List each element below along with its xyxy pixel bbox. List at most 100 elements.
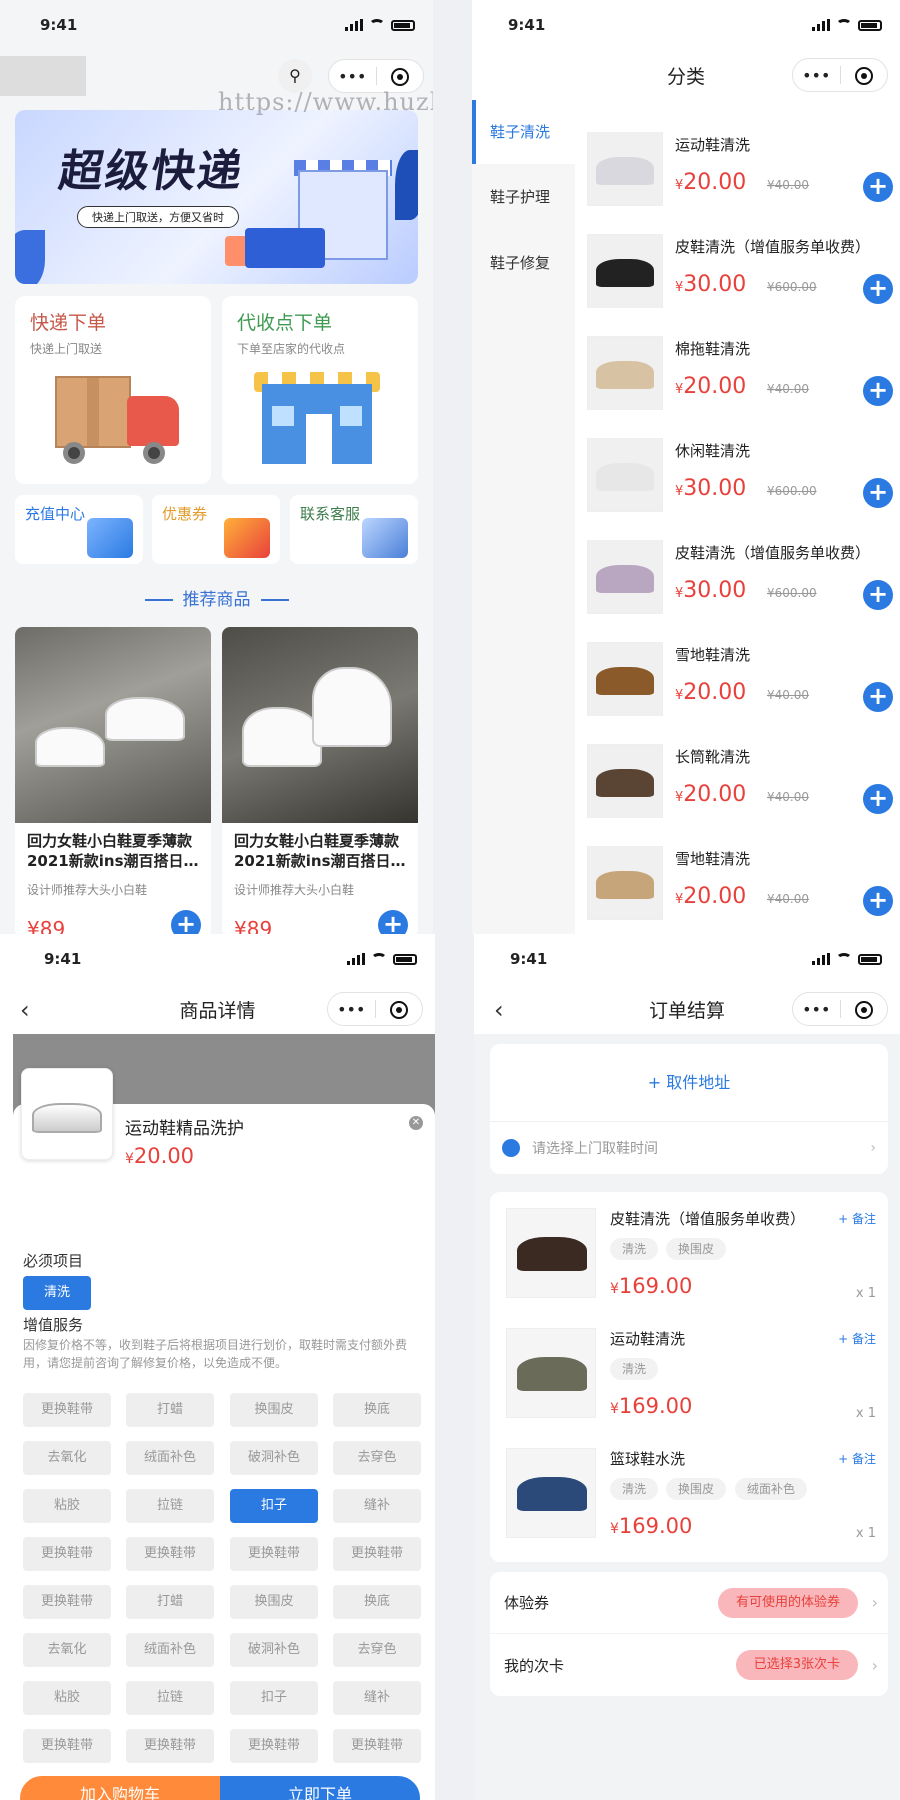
home-banner[interactable]: 超级快递 快递上门取送，方便又省时 <box>15 110 418 284</box>
order-item-price: ¥169.00 <box>610 1394 693 1418</box>
add-cart-button[interactable]: + <box>171 910 201 934</box>
customer-service-card[interactable]: 联系客服 <box>290 495 418 564</box>
add-cart-button[interactable]: + <box>863 376 893 406</box>
service-option-chip[interactable]: 去穿色 <box>333 1633 421 1667</box>
add-cart-button[interactable]: + <box>863 886 893 916</box>
express-order-card[interactable]: 快递下单 快递上门取送 <box>15 296 211 484</box>
service-option-chip[interactable]: 去氧化 <box>23 1633 111 1667</box>
service-option-chip[interactable]: 扣子 <box>230 1681 318 1715</box>
order-item-price-value: 169.00 <box>618 1394 693 1418</box>
add-cart-button[interactable]: + <box>863 784 893 814</box>
goods-item[interactable]: 皮鞋清洗（增值服务单收费） ¥30.00 ¥600.00 + <box>587 530 897 632</box>
goods-original-price: ¥600.00 <box>767 484 817 498</box>
close-icon[interactable]: ✕ <box>409 1116 423 1130</box>
service-option-chip[interactable]: 更换鞋带 <box>23 1537 111 1571</box>
location-placeholder[interactable] <box>0 56 86 96</box>
service-option-chip[interactable]: 粘胶 <box>23 1489 111 1523</box>
add-cart-button[interactable]: + <box>378 910 408 934</box>
more-icon[interactable]: ••• <box>793 1000 840 1019</box>
add-note-button[interactable]: + 备注 <box>838 1450 876 1467</box>
service-option-chip[interactable]: 破洞补色 <box>230 1441 318 1475</box>
add-note-button[interactable]: + 备注 <box>838 1330 876 1347</box>
service-option-chip[interactable]: 粘胶 <box>23 1681 111 1715</box>
service-option-chip[interactable]: 缝补 <box>333 1489 421 1523</box>
sidebar-item-shoe-repair[interactable]: 鞋子修复 <box>472 230 575 296</box>
service-option-chip[interactable]: 打蜡 <box>126 1585 214 1619</box>
close-program-icon[interactable] <box>841 65 888 85</box>
service-tag: 清洗 <box>610 1478 659 1500</box>
back-arrow-icon[interactable]: ‹ <box>20 996 30 1024</box>
more-icon[interactable]: ••• <box>329 67 376 86</box>
add-cart-button[interactable]: + <box>863 274 893 304</box>
service-option-chip[interactable]: 去氧化 <box>23 1441 111 1475</box>
signal-icon <box>345 19 363 31</box>
pickup-point-order-card[interactable]: 代收点下单 下单至店家的代收点 <box>222 296 418 484</box>
service-option-chip[interactable]: 更换鞋带 <box>126 1729 214 1763</box>
service-option-chip[interactable]: 更换鞋带 <box>23 1393 111 1427</box>
service-option-chip[interactable]: 扣子 <box>230 1489 318 1523</box>
service-option-chip[interactable]: 换底 <box>333 1393 421 1427</box>
service-option-chip[interactable]: 换底 <box>333 1585 421 1619</box>
service-option-chip[interactable]: 破洞补色 <box>230 1633 318 1667</box>
goods-item[interactable]: 雪地鞋清洗 ¥20.00 ¥40.00 + <box>587 632 897 734</box>
coupon-card[interactable]: 优惠券 <box>152 495 280 564</box>
sidebar-item-shoe-cleaning[interactable]: 鞋子清洗 <box>472 100 575 164</box>
service-option-chip[interactable]: 更换鞋带 <box>23 1585 111 1619</box>
add-note-button[interactable]: + 备注 <box>838 1210 876 1227</box>
goods-price: ¥20.00 <box>675 170 747 195</box>
buy-now-button[interactable]: 立即下单 <box>220 1776 420 1800</box>
service-option-chip[interactable]: 缝补 <box>333 1681 421 1715</box>
add-cart-button[interactable]: + <box>863 172 893 202</box>
add-to-cart-button[interactable]: 加入购物车 <box>20 1776 220 1800</box>
service-option-chip[interactable]: 更换鞋带 <box>230 1537 318 1571</box>
back-arrow-icon[interactable]: ‹ <box>494 996 504 1024</box>
service-option-chip[interactable]: 拉链 <box>126 1489 214 1523</box>
service-option-chip[interactable]: 拉链 <box>126 1681 214 1715</box>
add-cart-button[interactable]: + <box>863 478 893 508</box>
page-title: 分类 <box>666 65 705 88</box>
status-bar: 9:41 <box>474 934 900 984</box>
plus-icon: + <box>171 910 201 934</box>
goods-name: 长筒靴清洗 <box>675 748 751 766</box>
service-option-chip[interactable]: 更换鞋带 <box>230 1729 318 1763</box>
add-address-button[interactable]: + 取件地址 <box>490 1044 888 1122</box>
shoe-shape <box>105 697 185 741</box>
required-chip[interactable]: 清洗 <box>23 1276 91 1310</box>
times-card-row[interactable]: 我的次卡 已选择3张次卡 › <box>490 1634 888 1696</box>
service-option-chip[interactable]: 绒面补色 <box>126 1441 214 1475</box>
coupon-icon <box>224 518 270 558</box>
goods-item[interactable]: 皮鞋清洗（增值服务单收费） ¥30.00 ¥600.00 + <box>587 224 897 326</box>
service-option-chip[interactable]: 绒面补色 <box>126 1633 214 1667</box>
close-program-icon[interactable] <box>376 999 423 1019</box>
voucher-row[interactable]: 体验券 有可使用的体验券 › <box>490 1572 888 1634</box>
goods-item[interactable]: 长筒靴清洗 ¥20.00 ¥40.00 + <box>587 734 897 836</box>
product-card[interactable]: 回力女鞋小白鞋夏季薄款2021新款ins潮百搭日… 设计师推荐大头小白鞋 ¥89… <box>15 627 211 934</box>
add-cart-button[interactable]: + <box>863 682 893 712</box>
service-option-chip[interactable]: 更换鞋带 <box>333 1729 421 1763</box>
goods-item[interactable]: 休闲鞋清洗 ¥30.00 ¥600.00 + <box>587 428 897 530</box>
goods-item[interactable]: 运动鞋清洗 ¥20.00 ¥40.00 + <box>587 122 897 224</box>
service-option-chip[interactable]: 换围皮 <box>230 1585 318 1619</box>
pickup-time-row[interactable]: 请选择上门取鞋时间 › <box>490 1122 888 1174</box>
service-option-chip[interactable]: 更换鞋带 <box>333 1537 421 1571</box>
order-item-name: 运动鞋清洗 <box>610 1330 686 1348</box>
close-program-icon[interactable] <box>841 999 888 1019</box>
goods-item[interactable]: 棉拖鞋清洗 ¥20.00 ¥40.00 + <box>587 326 897 428</box>
sidebar-item-shoe-care[interactable]: 鞋子护理 <box>472 164 575 230</box>
product-card[interactable]: 回力女鞋小白鞋夏季薄款2021新款ins潮百搭日… 设计师推荐大头小白鞋 ¥89… <box>222 627 418 934</box>
more-icon[interactable]: ••• <box>793 66 840 85</box>
voucher-badge: 有可使用的体验券 <box>717 1587 858 1618</box>
service-option-chip[interactable]: 换围皮 <box>230 1393 318 1427</box>
service-option-chip[interactable]: 去穿色 <box>333 1441 421 1475</box>
service-option-chip[interactable]: 更换鞋带 <box>23 1729 111 1763</box>
recharge-center-card[interactable]: 充值中心 <box>15 495 143 564</box>
service-option-chip[interactable]: 打蜡 <box>126 1393 214 1427</box>
shoe-shape <box>35 727 105 767</box>
close-program-icon[interactable] <box>377 66 424 86</box>
service-option-chip[interactable]: 更换鞋带 <box>126 1537 214 1571</box>
watermark: https://www.huzhan.com/ishop48199 <box>218 88 433 116</box>
goods-item[interactable]: 雪地鞋清洗 ¥20.00 ¥40.00 + <box>587 836 897 934</box>
more-icon[interactable]: ••• <box>328 1000 375 1019</box>
shoe-shape <box>596 565 654 593</box>
add-cart-button[interactable]: + <box>863 580 893 610</box>
